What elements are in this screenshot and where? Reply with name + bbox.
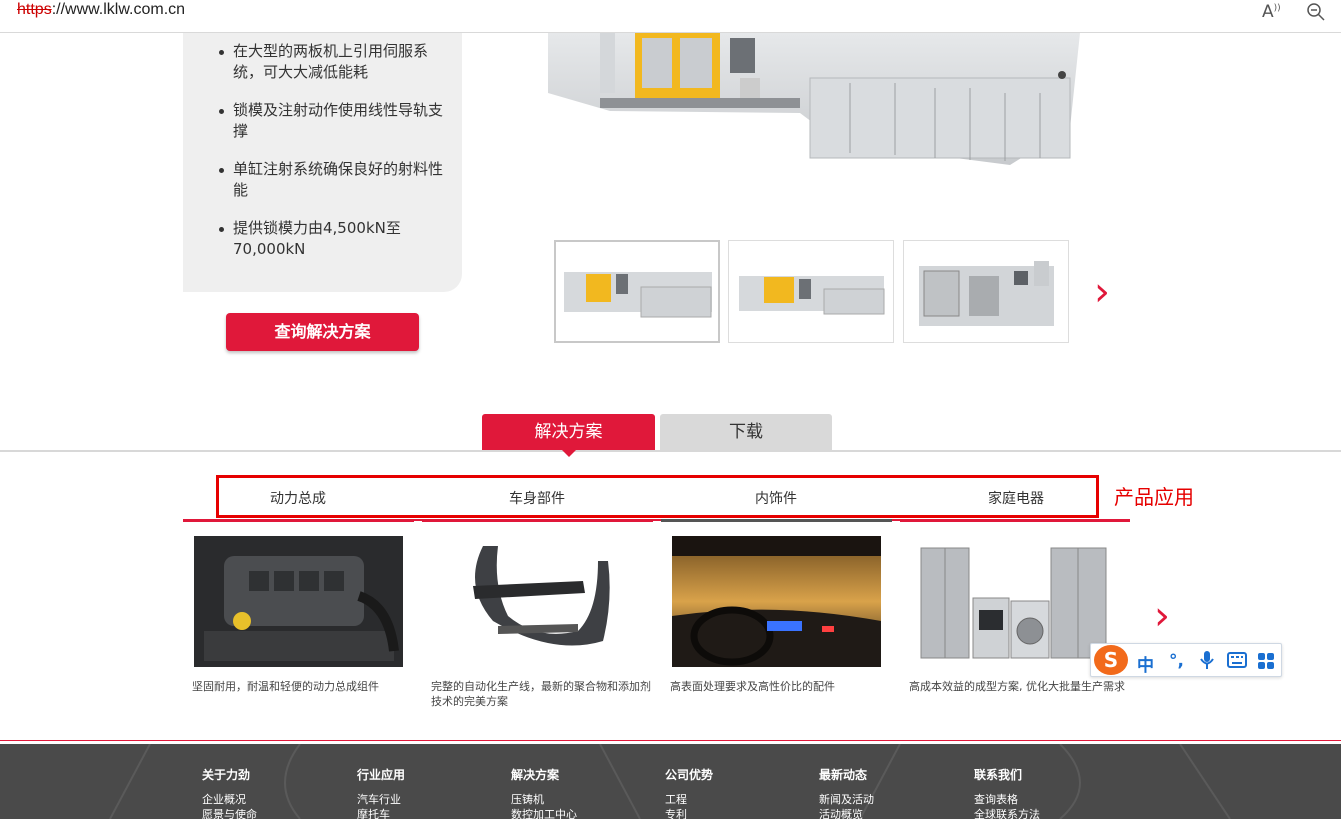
ime-punctuation-toggle[interactable]: °, (1169, 651, 1184, 671)
footer-heading: 公司优势 (665, 768, 714, 782)
engine-image[interactable] (194, 536, 403, 667)
url-text[interactable]: https://www.lklw.com.cn (17, 1, 185, 19)
feature-item: 单缸注射系统确保良好的射料性能 (219, 159, 448, 201)
footer-col-news: 最新动态 新闻及活动 活动概览 (819, 766, 874, 819)
thumbnail-1[interactable] (554, 240, 720, 343)
thumbnail-2[interactable] (728, 240, 894, 343)
url-protocol: https (17, 1, 52, 18)
feature-item: 在大型的两板机上引用伺服系统，可大大减低能耗 (219, 41, 448, 83)
car-interior-image[interactable] (672, 536, 881, 667)
feature-list: 在大型的两板机上引用伺服系统，可大大减低能耗 锁模及注射动作使用线性导轨支撑 单… (219, 41, 448, 277)
footer-col-contact: 联系我们 查询表格 全球联系方法 (974, 766, 1040, 819)
thumbnail-3[interactable] (903, 240, 1069, 343)
thumbnail-next-arrow[interactable]: › (1094, 272, 1110, 312)
card-description: 高成本效益的成型方案, 优化大批量生产需求 (909, 680, 1125, 693)
feature-panel: 在大型的两板机上引用伺服系统，可大大减低能耗 锁模及注射动作使用线性导轨支撑 单… (183, 33, 462, 292)
ime-logo-icon[interactable]: S (1094, 645, 1128, 675)
footer: 关于力劲 企业概况 愿景与使命 行业应用 汽车行业 摩托车 解决方案 压铸机 数… (0, 744, 1341, 819)
mic-icon[interactable] (1199, 650, 1215, 675)
footer-col-about: 关于力劲 企业概况 愿景与使命 (202, 766, 257, 819)
annotation-highlight-box (216, 475, 1099, 518)
card-description: 坚固耐用，耐温和轻便的动力总成组件 (192, 680, 379, 693)
category-underline (183, 519, 414, 522)
footer-link[interactable]: 摩托车 (357, 807, 405, 819)
keyboard-icon[interactable] (1227, 652, 1247, 673)
footer-link[interactable]: 新闻及活动 (819, 792, 874, 807)
feature-item: 锁模及注射动作使用线性导轨支撑 (219, 100, 448, 142)
footer-heading: 行业应用 (357, 768, 406, 782)
category-underline (422, 519, 653, 522)
appliances-image[interactable] (911, 536, 1120, 667)
footer-link[interactable]: 查询表格 (974, 792, 1040, 807)
browser-address-bar[interactable]: https://www.lklw.com.cn A)) (0, 0, 1341, 33)
footer-col-advantages: 公司优势 工程 专利 (665, 766, 713, 819)
card-description: 完整的自动化生产线，最新的聚合物和添加剂技术的完美方案 (431, 680, 651, 708)
footer-link[interactable]: 全球联系方法 (974, 807, 1040, 819)
card-description: 高表面处理要求及高性价比的配件 (670, 680, 835, 693)
machine-hero-image (548, 33, 1080, 165)
feature-item: 提供锁模力由4,500kN至70,000kN (219, 218, 448, 260)
ime-toolbar[interactable]: S 中 °, (1090, 643, 1282, 677)
footer-link[interactable]: 工程 (665, 792, 713, 807)
footer-link[interactable]: 活动概览 (819, 807, 874, 819)
footer-heading: 最新动态 (819, 768, 868, 782)
footer-col-industry: 行业应用 汽车行业 摩托车 (357, 766, 405, 819)
tab-solutions[interactable]: 解决方案 (482, 414, 655, 457)
read-aloud-icon[interactable]: A)) (1262, 2, 1281, 22)
annotation-label: 产品应用 (1114, 485, 1194, 509)
tab-download[interactable]: 下载 (660, 414, 832, 450)
category-underline (661, 519, 892, 522)
footer-link[interactable]: 愿景与使命 (202, 807, 257, 819)
footer-top-line (0, 740, 1341, 741)
footer-heading: 联系我们 (974, 768, 1023, 782)
footer-col-solutions: 解决方案 压铸机 数控加工中心 (511, 766, 577, 819)
bumper-image[interactable] (433, 536, 642, 667)
ime-language-toggle[interactable]: 中 (1137, 651, 1154, 676)
footer-link[interactable]: 汽车行业 (357, 792, 405, 807)
footer-heading: 关于力劲 (202, 768, 251, 782)
inquiry-button[interactable]: 查询解决方案 (226, 313, 419, 351)
tab-divider (0, 450, 1341, 452)
footer-link[interactable]: 数控加工中心 (511, 807, 577, 819)
footer-link[interactable]: 专利 (665, 807, 713, 819)
category-underline (900, 519, 1130, 522)
cards-next-arrow[interactable]: › (1154, 596, 1170, 636)
footer-link[interactable]: 企业概况 (202, 792, 257, 807)
apps-icon[interactable] (1257, 652, 1275, 675)
url-domain: ://www.lklw.com.cn (51, 1, 186, 18)
footer-heading: 解决方案 (511, 768, 560, 782)
zoom-out-icon[interactable] (1306, 2, 1326, 27)
footer-link[interactable]: 压铸机 (511, 792, 577, 807)
